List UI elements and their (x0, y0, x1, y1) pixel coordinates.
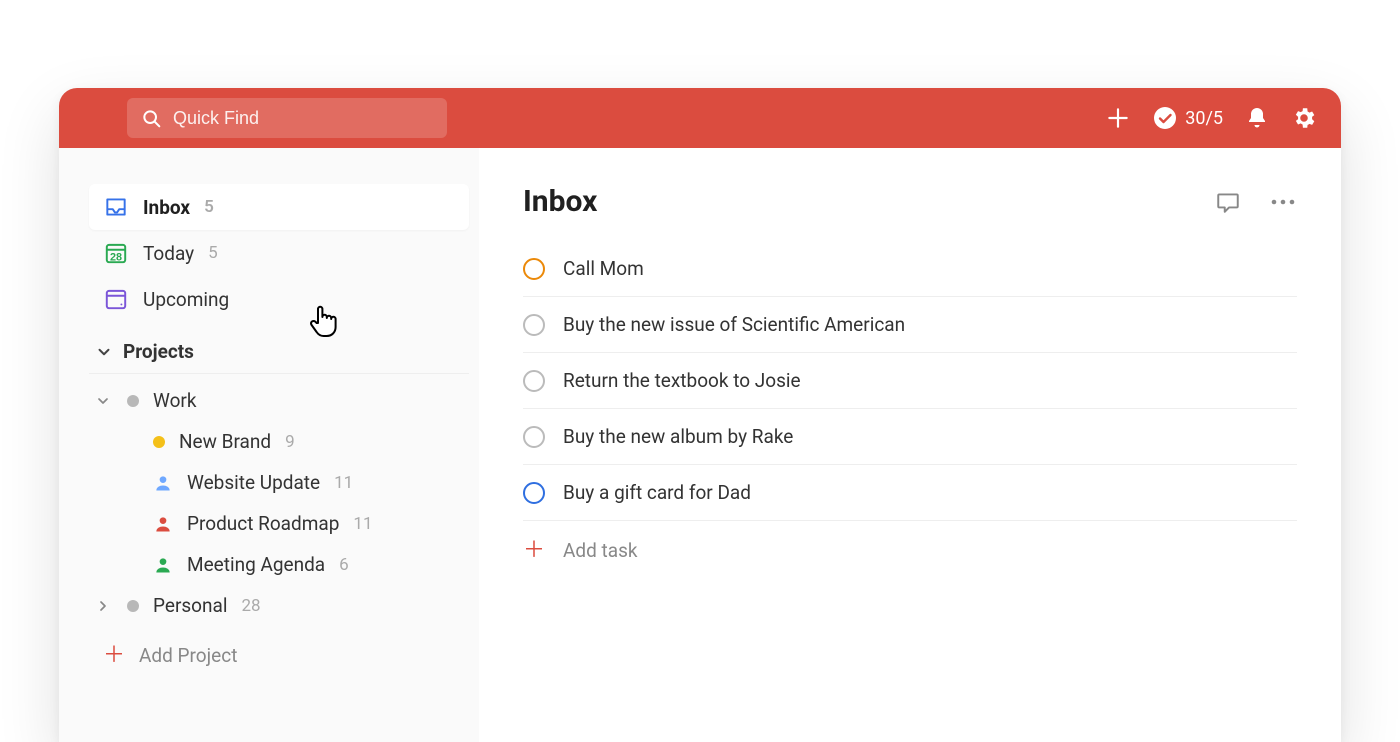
project-label: Work (153, 389, 196, 412)
plus-icon: ＋ (523, 540, 545, 562)
task-checkbox[interactable] (523, 482, 545, 504)
project-count: 6 (339, 555, 349, 575)
sidebar-item-count: 5 (208, 243, 218, 263)
chevron-right-icon[interactable] (93, 596, 113, 616)
task-row[interactable]: Call Mom (523, 241, 1297, 297)
person-icon (153, 514, 173, 534)
add-project-label: Add Project (139, 644, 237, 667)
sidebar-item-label: Inbox (143, 196, 190, 219)
sidebar-item-today[interactable]: 28 Today 5 (89, 230, 469, 276)
spacer (119, 555, 139, 575)
project-website-update[interactable]: Website Update 11 (89, 462, 469, 503)
quick-add-icon[interactable] (1105, 105, 1131, 131)
svg-text:28: 28 (110, 252, 122, 264)
search-input[interactable] (171, 107, 433, 130)
project-label: Website Update (187, 471, 320, 494)
sidebar-item-upcoming[interactable]: Upcoming (89, 276, 469, 322)
sidebar-item-label: Upcoming (143, 288, 229, 311)
chevron-down-icon[interactable] (93, 391, 113, 411)
view-title: Inbox (523, 184, 1215, 219)
karma-count: 30/5 (1185, 108, 1223, 129)
menu-icon[interactable] (83, 106, 111, 130)
task-row[interactable]: Buy a gift card for Dad (523, 465, 1297, 521)
project-meeting-agenda[interactable]: Meeting Agenda 6 (89, 544, 469, 585)
main: Inbox 5 28 Today 5 Upcoming Projects Work Ne… (59, 148, 1341, 742)
project-label: Personal (153, 594, 227, 617)
check-circle-icon (1153, 106, 1177, 130)
add-project[interactable]: ＋ Add Project (89, 626, 469, 667)
productivity-karma[interactable]: 30/5 (1153, 106, 1223, 130)
project-label: Product Roadmap (187, 512, 339, 535)
app-frame: 30/5 Inbox 5 28 Today 5 Upcoming (59, 88, 1341, 742)
project-label: Meeting Agenda (187, 553, 325, 576)
task-text: Call Mom (563, 257, 644, 280)
search-icon (141, 108, 161, 128)
person-icon (153, 473, 173, 493)
notifications-icon[interactable] (1245, 106, 1269, 130)
task-text: Buy the new album by Rake (563, 425, 793, 448)
task-row[interactable]: Buy the new issue of Scientific American (523, 297, 1297, 353)
inbox-icon (103, 194, 129, 220)
project-color-dot (153, 436, 165, 448)
comments-icon[interactable] (1215, 189, 1241, 215)
spacer (119, 473, 139, 493)
project-label: New Brand (179, 430, 271, 453)
project-new-brand[interactable]: New Brand 9 (89, 421, 469, 462)
sidebar-item-inbox[interactable]: Inbox 5 (89, 184, 469, 230)
spacer (119, 432, 139, 452)
project-personal[interactable]: Personal 28 (89, 585, 469, 626)
task-checkbox[interactable] (523, 314, 545, 336)
project-work[interactable]: Work (89, 380, 469, 421)
chevron-down-icon (95, 343, 113, 361)
project-product-roadmap[interactable]: Product Roadmap 11 (89, 503, 469, 544)
task-checkbox[interactable] (523, 258, 545, 280)
project-count: 28 (241, 596, 260, 616)
sidebar-item-label: Today (143, 242, 194, 265)
projects-header[interactable]: Projects (89, 322, 469, 374)
project-count: 11 (334, 473, 353, 493)
task-row[interactable]: Return the textbook to Josie (523, 353, 1297, 409)
topbar: 30/5 (59, 88, 1341, 148)
add-task[interactable]: ＋ Add task (523, 521, 1297, 580)
projects-label: Projects (123, 340, 194, 363)
task-text: Return the textbook to Josie (563, 369, 801, 392)
add-task-label: Add task (563, 539, 638, 562)
project-count: 9 (285, 432, 295, 452)
task-checkbox[interactable] (523, 370, 545, 392)
settings-icon[interactable] (1291, 105, 1317, 131)
more-options-icon[interactable] (1269, 197, 1297, 207)
today-icon: 28 (103, 240, 129, 266)
upcoming-icon (103, 286, 129, 312)
task-checkbox[interactable] (523, 426, 545, 448)
project-color-dot (127, 600, 139, 612)
task-text: Buy the new issue of Scientific American (563, 313, 905, 336)
project-count: 11 (353, 514, 372, 534)
sidebar-item-count: 5 (204, 197, 214, 217)
task-row[interactable]: Buy the new album by Rake (523, 409, 1297, 465)
project-color-dot (127, 395, 139, 407)
quick-find[interactable] (127, 98, 447, 138)
spacer (119, 514, 139, 534)
sidebar: Inbox 5 28 Today 5 Upcoming Projects Work Ne… (59, 148, 479, 742)
plus-icon: ＋ (103, 645, 125, 667)
content: Inbox Call M (479, 148, 1341, 742)
task-text: Buy a gift card for Dad (563, 481, 751, 504)
person-icon (153, 555, 173, 575)
